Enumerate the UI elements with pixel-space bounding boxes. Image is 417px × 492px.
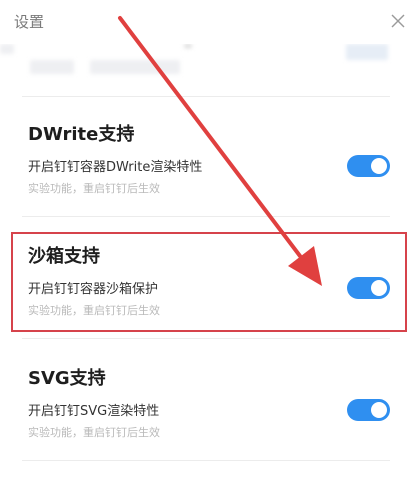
divider [22,216,390,217]
title-bar: 设置 [0,0,417,44]
svg-description: 开启钉钉SVG渲染特性 [28,404,160,419]
dwrite-description: 开启钉钉容器DWrite渲染特性 [28,160,203,175]
close-button[interactable] [387,10,409,32]
toggle-knob [371,402,387,418]
dwrite-title: DWrite支持 [28,124,135,145]
divider [22,96,390,97]
svg-toggle[interactable] [347,399,390,421]
highlight-box [11,232,407,332]
obscured-region [0,44,417,96]
dwrite-note: 实验功能，重启钉钉后生效 [28,182,160,195]
divider [22,460,390,461]
svg-section: SVG支持 开启钉钉SVG渲染特性 实验功能，重启钉钉后生效 [28,364,390,444]
divider [22,338,390,339]
window-title: 设置 [14,13,45,31]
dwrite-toggle[interactable] [347,155,390,177]
svg-note: 实验功能，重启钉钉后生效 [28,426,160,439]
close-icon [391,14,405,28]
svg-title: SVG支持 [28,368,106,389]
dwrite-section: DWrite支持 开启钉钉容器DWrite渲染特性 实验功能，重启钉钉后生效 [28,120,390,200]
toggle-knob [371,158,387,174]
